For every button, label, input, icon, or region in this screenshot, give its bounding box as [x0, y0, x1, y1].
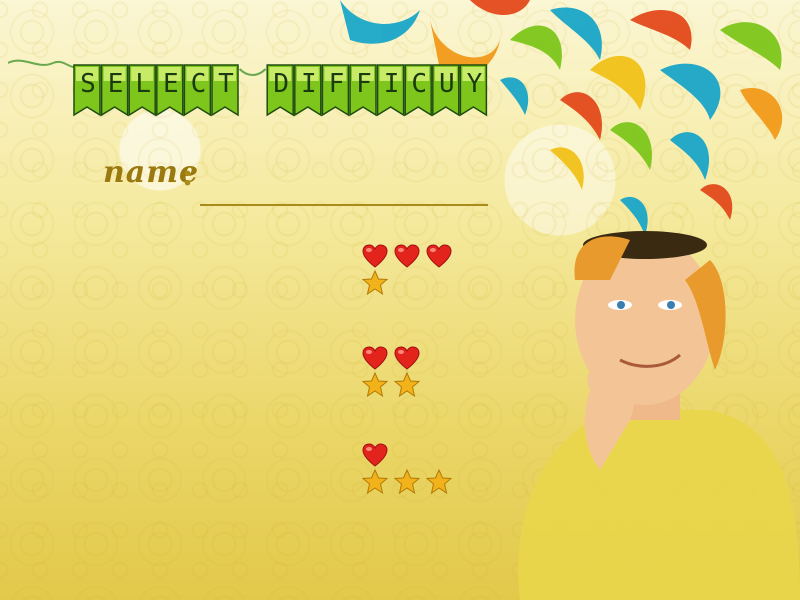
stars-row	[362, 270, 452, 296]
stars-row	[362, 469, 452, 495]
heart-icon	[362, 346, 388, 370]
title-letter: F	[328, 69, 345, 99]
title-letter: T	[218, 69, 234, 99]
title-letter: C	[411, 69, 428, 99]
title-letter: D	[273, 69, 290, 99]
stars-row	[362, 372, 420, 398]
heart-icon	[362, 244, 388, 268]
name-input[interactable]	[200, 176, 488, 206]
hearts-row	[362, 346, 420, 372]
title-letter: F	[356, 69, 372, 99]
difficulty-option-medium[interactable]	[362, 346, 420, 398]
title-letter: C	[190, 69, 207, 99]
title-text: SELECTDIFFICUY	[8, 55, 498, 125]
difficulty-option-easy[interactable]	[362, 244, 452, 296]
heart-icon	[362, 443, 388, 467]
name-colon: :	[182, 158, 194, 193]
difficulty-option-hard[interactable]	[362, 443, 452, 495]
game-screen: SELECTDIFFICUY name :	[0, 0, 800, 600]
star-icon	[362, 469, 388, 495]
star-icon	[394, 372, 420, 398]
title-letter: I	[300, 69, 317, 99]
thinking-man-illustration	[518, 231, 800, 600]
star-icon	[394, 469, 420, 495]
title-letter: E	[107, 69, 124, 99]
title-letter: L	[135, 69, 152, 99]
title-letter: S	[80, 69, 96, 99]
hearts-row	[362, 443, 452, 469]
star-icon	[362, 372, 388, 398]
star-icon	[426, 469, 452, 495]
hearts-row	[362, 244, 452, 270]
heart-icon	[394, 346, 420, 370]
heart-icon	[394, 244, 420, 268]
title-letter: U	[438, 69, 455, 99]
heart-icon	[426, 244, 452, 268]
title-letter: Y	[466, 69, 483, 99]
star-icon	[362, 270, 388, 296]
title-letter: I	[383, 69, 400, 99]
title-letter: E	[162, 69, 179, 99]
